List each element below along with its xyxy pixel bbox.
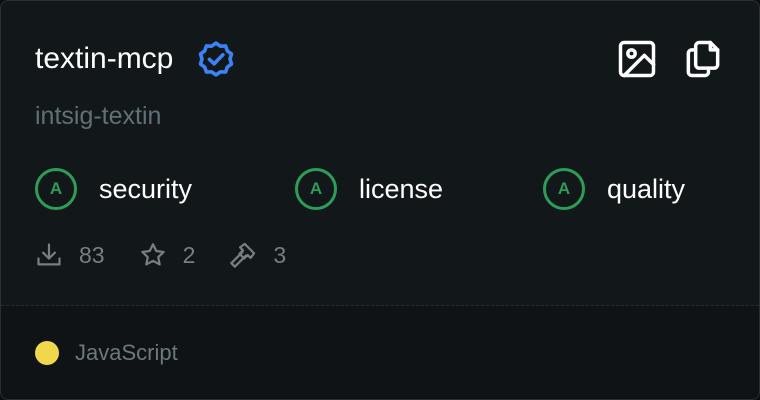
stars-stat: 2	[139, 241, 196, 269]
server-title[interactable]: textin-mcp	[35, 35, 173, 83]
stars-count: 2	[182, 241, 196, 268]
grade-security: A security	[35, 165, 192, 213]
star-icon	[139, 241, 167, 269]
language-indicator: JavaScript	[35, 340, 178, 366]
card-actions	[615, 37, 725, 81]
tools-count: 3	[273, 241, 287, 268]
verified-badge-icon	[193, 36, 239, 82]
copy-icon[interactable]	[681, 37, 725, 81]
grade-quality: A quality	[543, 165, 685, 213]
grade-label: quality	[607, 173, 686, 204]
card-footer: JavaScript	[1, 306, 759, 399]
grade-badge: A	[35, 168, 77, 210]
grades-row: A security A license A quality	[35, 165, 735, 213]
downloads-stat: 83	[35, 241, 105, 269]
downloads-count: 83	[79, 241, 105, 268]
grade-license: A license	[295, 165, 443, 213]
language-name: JavaScript	[75, 340, 178, 365]
grade-badge: A	[295, 168, 337, 210]
image-icon[interactable]	[615, 37, 659, 81]
language-color-dot	[35, 341, 59, 365]
download-icon	[35, 241, 63, 269]
tools-stat: 3	[229, 241, 286, 269]
hammer-icon	[229, 241, 257, 269]
server-card[interactable]: textin-mcp intsig-textin A security A li…	[0, 0, 760, 400]
grade-label: license	[359, 173, 444, 204]
grade-label: security	[99, 173, 193, 204]
title-row: textin-mcp	[35, 35, 239, 83]
organization-name[interactable]: intsig-textin	[35, 99, 161, 133]
stats-row: 83 2 3	[35, 241, 320, 269]
grade-badge: A	[543, 168, 585, 210]
